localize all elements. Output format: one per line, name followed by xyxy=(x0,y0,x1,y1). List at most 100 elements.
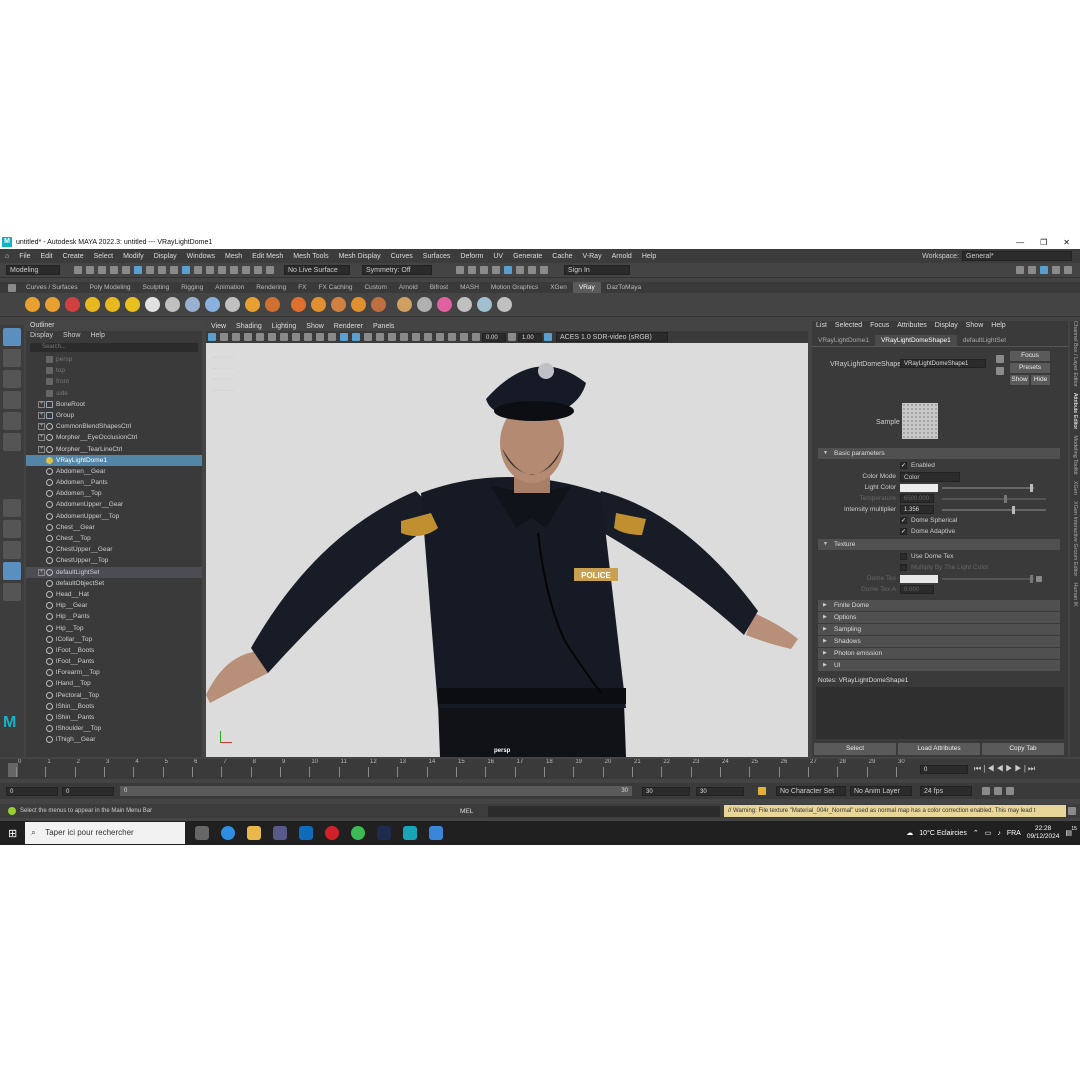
side-tab-human-ik[interactable]: Human IK xyxy=(1072,582,1078,606)
construction-icon[interactable] xyxy=(230,266,238,274)
home-icon[interactable]: ⌂ xyxy=(0,253,14,260)
menu-mesh[interactable]: Mesh xyxy=(220,253,247,260)
shelf-tab-daztomaya[interactable]: DazToMaya xyxy=(601,282,647,293)
outliner-item[interactable]: + BoneRoot xyxy=(26,399,202,410)
ipr-icon[interactable] xyxy=(480,266,488,274)
menu-mesh-display[interactable]: Mesh Display xyxy=(334,253,386,260)
photon-emission-section[interactable]: Photon emission xyxy=(818,648,1060,659)
shelf-tool-icon[interactable] xyxy=(164,297,180,312)
paint-select-tool-icon[interactable] xyxy=(3,370,21,388)
script-editor-icon[interactable] xyxy=(1068,807,1076,815)
range-inner-start-field[interactable]: 0 xyxy=(62,786,114,796)
options-section[interactable]: Options xyxy=(818,612,1060,623)
menu-uv[interactable]: UV xyxy=(488,253,508,260)
shelf-tool-icon[interactable] xyxy=(416,297,432,312)
task-view-icon[interactable] xyxy=(195,826,210,840)
outliner-item[interactable]: lShoulder__Top xyxy=(26,723,202,734)
chrome-icon[interactable] xyxy=(351,826,366,840)
select-hierarchy-icon[interactable] xyxy=(134,266,142,274)
mel-label[interactable]: MEL xyxy=(460,808,484,815)
shelf-tool-icon[interactable] xyxy=(144,297,160,312)
motion-blur-icon[interactable] xyxy=(400,333,408,341)
snap-view-icon[interactable] xyxy=(206,266,214,274)
viewport-menu-renderer[interactable]: Renderer xyxy=(329,323,368,330)
persp-outliner-layout-icon[interactable] xyxy=(3,562,21,580)
outliner-item[interactable]: Chest__Top xyxy=(26,533,202,544)
shelf-tab-arnold[interactable]: Arnold xyxy=(393,282,424,293)
load-attributes-button[interactable]: Load Attributes xyxy=(898,743,980,755)
range-bar[interactable]: 0 30 xyxy=(120,786,632,796)
shelf-settings-icon[interactable] xyxy=(8,283,16,292)
symmetry-dropdown[interactable]: Symmetry: Off xyxy=(362,265,432,275)
shelf-tab-poly-modeling[interactable]: Poly Modeling xyxy=(84,282,137,293)
side-tab-attribute-editor[interactable]: Attribute Editor xyxy=(1072,393,1078,429)
texture-section[interactable]: Texture xyxy=(818,539,1060,550)
anim-layer-dropdown[interactable]: No Anim Layer xyxy=(850,786,912,796)
textured-icon[interactable] xyxy=(352,333,360,341)
select-object-icon[interactable] xyxy=(146,266,154,274)
menu-cache[interactable]: Cache xyxy=(547,253,577,260)
time-ticks[interactable]: 0 1 2 3 4 5 6 7 8 9 10 11 12 13 14 15 16 17 18 19 20 21 22 23 24… xyxy=(6,759,912,779)
shelf-tab-mash[interactable]: MASH xyxy=(454,282,485,293)
basic-parameters-section[interactable]: Basic parameters xyxy=(818,448,1060,459)
node-name-field[interactable]: VRayLightDomeShape1 xyxy=(900,359,986,368)
shelf-tool-icon[interactable] xyxy=(436,297,452,312)
color-mode-dropdown[interactable]: Color xyxy=(900,471,960,482)
clock[interactable]: 22:28 09/12/2024 xyxy=(1027,825,1060,841)
light-color-slider[interactable] xyxy=(942,483,1034,492)
shelf-tool-icon[interactable] xyxy=(104,297,120,312)
viewport-menu-lighting[interactable]: Lighting xyxy=(267,323,302,330)
shelf-tool-icon[interactable] xyxy=(290,297,306,312)
maximize-icon[interactable]: ❐ xyxy=(1040,238,1047,247)
notes-textarea[interactable] xyxy=(816,687,1064,739)
expand-icon[interactable]: + xyxy=(38,434,45,442)
network-icon[interactable]: ▭ xyxy=(985,829,992,837)
outliner-item[interactable]: AbdomenUpper__Top xyxy=(26,511,202,522)
weather-icon[interactable]: ☁ xyxy=(906,829,913,837)
expand-icon[interactable]: + xyxy=(38,568,45,576)
multiply-light-color-checkbox[interactable] xyxy=(900,564,907,571)
new-scene-icon[interactable] xyxy=(74,266,82,274)
bookmark-icon[interactable] xyxy=(232,333,240,341)
close-icon[interactable]: ✕ xyxy=(1063,238,1070,247)
outliner-item[interactable]: side xyxy=(26,388,202,399)
menu-edit[interactable]: Edit xyxy=(36,253,58,260)
outliner-item[interactable]: + defaultLightSet xyxy=(26,566,202,578)
current-frame-field[interactable]: 0 xyxy=(920,764,968,774)
magnet-icon[interactable] xyxy=(242,266,250,274)
shelf-tab-fx-caching[interactable]: FX Caching xyxy=(313,282,359,293)
viewport-menu-show[interactable]: Show xyxy=(301,323,329,330)
menu-generate[interactable]: Generate xyxy=(508,253,547,260)
maya-taskbar-icon[interactable] xyxy=(403,826,418,840)
light-color-swatch[interactable] xyxy=(900,483,938,492)
menu-curves[interactable]: Curves xyxy=(386,253,418,260)
shelf-tool-icon[interactable] xyxy=(204,297,220,312)
shelf-tab-animation[interactable]: Animation xyxy=(209,282,250,293)
image-plane-icon[interactable] xyxy=(244,333,252,341)
snap-grid-icon[interactable] xyxy=(170,266,178,274)
snap-point-icon[interactable] xyxy=(194,266,202,274)
render-view-icon[interactable] xyxy=(516,266,524,274)
shelf-tool-icon[interactable] xyxy=(396,297,412,312)
ae-menu-show[interactable]: Show xyxy=(966,321,984,331)
shelf-tool-icon[interactable] xyxy=(264,297,280,312)
expand-icon[interactable]: + xyxy=(38,423,45,431)
xray-icon[interactable] xyxy=(448,333,456,341)
safe-action-icon[interactable] xyxy=(316,333,324,341)
ae-tab-vraylightdomeshape1[interactable]: VRayLightDomeShape1 xyxy=(874,335,957,346)
store-icon[interactable] xyxy=(273,826,288,840)
menu-modify[interactable]: Modify xyxy=(118,253,149,260)
outliner-item[interactable]: ChestUpper__Gear xyxy=(26,544,202,555)
ae-menu-display[interactable]: Display xyxy=(935,321,958,331)
outliner-item[interactable]: Chest__Gear xyxy=(26,522,202,533)
color-management-icon[interactable] xyxy=(544,333,552,341)
intensity-slider-knob[interactable] xyxy=(1012,505,1015,514)
ae-menu-focus[interactable]: Focus xyxy=(870,321,889,331)
perspective-viewport[interactable]: ▫▫▫▫ ▫▫▫▫ ▫ ▫ ▫▫▫▫ ▫▫▫▫ ▫ ▫ ▫▫▫ ▫▫▫▫ ▫ ▫ ▫▫… xyxy=(206,343,808,757)
outliner-item[interactable]: Abdomen__Pants xyxy=(26,477,202,488)
intensity-slider[interactable] xyxy=(942,505,1046,514)
outliner-item[interactable]: lForearm__Top xyxy=(26,667,202,678)
weather-text[interactable]: 10°C Eclaircies xyxy=(919,830,967,837)
fps-dropdown[interactable]: 24 fps xyxy=(920,786,972,796)
exposure-field[interactable]: 0.00 xyxy=(482,332,506,342)
